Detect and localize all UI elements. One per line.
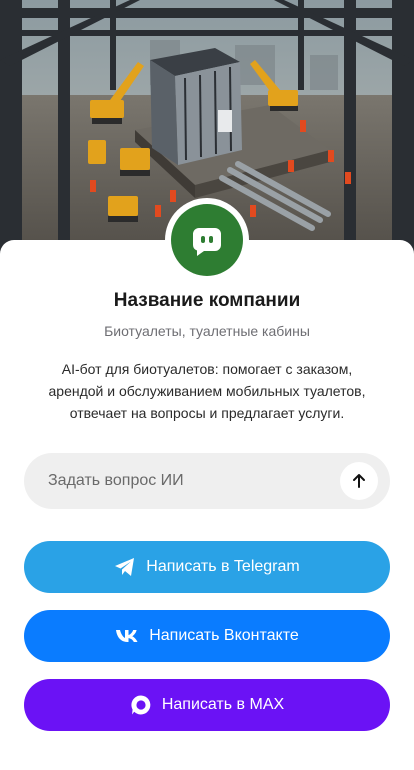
max-icon [130, 694, 152, 716]
telegram-icon [114, 557, 136, 577]
vk-icon [115, 629, 139, 643]
send-button[interactable] [340, 462, 378, 500]
ask-ai-field [24, 453, 390, 509]
telegram-button-label: Написать в Telegram [146, 558, 300, 575]
company-description: AI-бот для биотуалетов: помогает с заказ… [48, 361, 366, 421]
ask-ai-input[interactable] [24, 453, 340, 509]
telegram-button[interactable]: Написать в Telegram [24, 541, 390, 593]
max-button[interactable]: Написать в MAX [24, 679, 390, 731]
vk-button[interactable]: Написать Вконтакте [24, 610, 390, 662]
arrow-up-icon [351, 473, 367, 489]
bot-chat-icon [190, 223, 224, 257]
company-avatar-ring [165, 198, 249, 282]
company-name: Название компании [113, 290, 301, 311]
max-button-label: Написать в MAX [161, 696, 285, 713]
avatar [171, 204, 243, 276]
company-category: Биотуалеты, туалетные кабины [104, 323, 310, 339]
vk-button-label: Написать Вконтакте [149, 627, 299, 644]
